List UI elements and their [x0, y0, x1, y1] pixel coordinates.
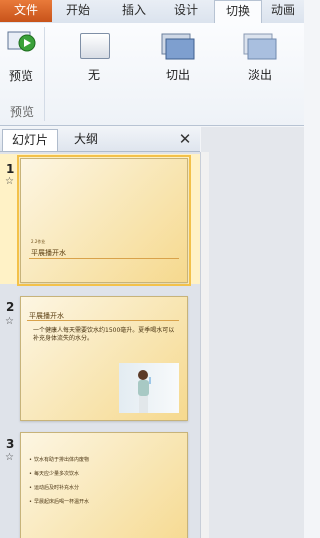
tab-file[interactable]: 文件: [0, 0, 52, 22]
pane-header: 幻灯片 大纲 ✕: [0, 127, 200, 152]
group-separator: [44, 27, 45, 121]
transition-cut-icon: [161, 33, 195, 60]
slide-thumbnail-3[interactable]: 饮水有助于排出体内废物 每天应少量多次饮水 运动后及时补充水分 早晨起床后喝一杯…: [20, 432, 188, 538]
tab-animations[interactable]: 动画: [262, 0, 304, 22]
tab-slides[interactable]: 幻灯片: [2, 129, 58, 151]
transition-cut-button[interactable]: 切出: [156, 33, 200, 93]
tab-design[interactable]: 设计: [164, 0, 208, 22]
slides-pane: 1 ☆ 2.2作业 平展播开水 2 ☆ 平展播开水 一个健康人每天需要饮水约15…: [0, 152, 201, 538]
transition-none-icon: [80, 33, 110, 59]
slide-title: 平展播开水: [31, 249, 66, 257]
transition-cut-label: 切出: [165, 68, 190, 82]
tab-outline[interactable]: 大纲: [58, 129, 114, 150]
preview-group-label: 预览: [9, 105, 34, 119]
slide-number: 2: [6, 300, 15, 314]
transition-none-button[interactable]: 无: [72, 33, 116, 93]
transition-fade-button[interactable]: 淡出: [238, 33, 282, 93]
transition-none-label: 无: [87, 68, 100, 82]
slide-bullet: 饮水有助于排出体内废物: [29, 457, 179, 464]
slide-thumbnail-1[interactable]: 2.2作业 平展播开水: [17, 155, 191, 286]
close-pane-icon[interactable]: ✕: [176, 129, 194, 149]
transition-star-icon: ☆: [5, 316, 14, 327]
preview-label: 预览: [8, 69, 33, 83]
slide-divider: [29, 258, 179, 259]
preview-icon: [7, 31, 36, 52]
pane-scrollbar[interactable]: [200, 152, 209, 538]
slide-divider: [27, 320, 179, 321]
transition-star-icon: ☆: [5, 176, 14, 187]
tab-transitions[interactable]: 切换: [214, 0, 262, 25]
transition-star-icon: ☆: [5, 452, 14, 463]
preview-button[interactable]: 预览: [6, 29, 36, 89]
transition-fade-label: 淡出: [247, 68, 272, 82]
tab-home[interactable]: 开始: [56, 0, 100, 22]
ribbon: 预览 预览 无 切出 淡出: [0, 23, 304, 126]
slide-number: 3: [6, 437, 15, 451]
slide-number: 1: [6, 162, 15, 176]
editing-area: [201, 127, 304, 538]
slide-bullet: 一个健康人每天需要饮水约1500毫升。夏季喝水可以补充身体流失的水分。: [33, 327, 175, 342]
slide-bullet: 早晨起床后喝一杯温开水: [29, 499, 179, 506]
slide-photo: [119, 363, 179, 413]
slide-thumbnail-2[interactable]: 平展播开水 一个健康人每天需要饮水约1500毫升。夏季喝水可以补充身体流失的水分…: [20, 296, 188, 421]
tab-insert[interactable]: 插入: [112, 0, 156, 22]
transition-fade-icon: [243, 33, 277, 60]
ribbon-tab-bar: 文件 开始 插入 设计 切换 动画: [0, 0, 304, 25]
slide-subtitle: 2.2作业: [31, 239, 46, 244]
slide-bullet: 运动后及时补充水分: [29, 485, 179, 492]
slide-bullet: 每天应少量多次饮水: [29, 471, 179, 478]
